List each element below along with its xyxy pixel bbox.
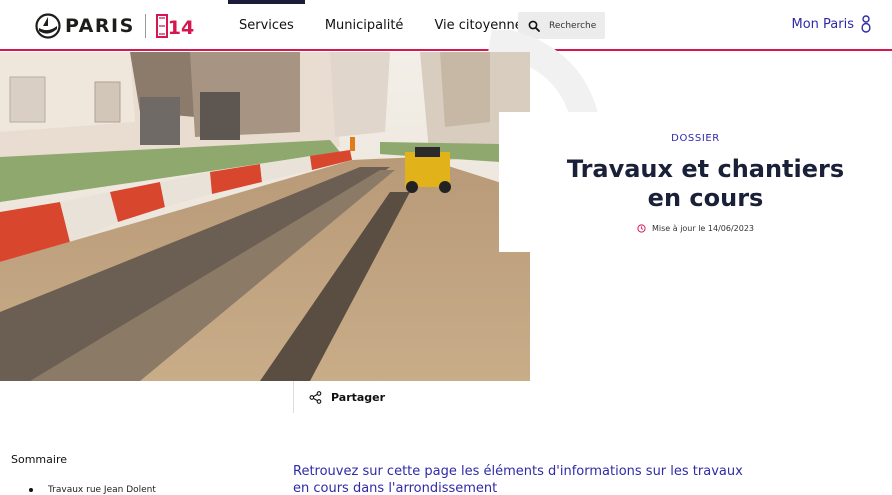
paris-ship-logo-icon <box>35 13 61 39</box>
update-date: Mise à jour le 14/06/2023 <box>499 224 892 233</box>
page-title-line-1: Travaux et chantiers <box>566 155 845 183</box>
arrondissement-14-logo-icon: 14 <box>155 14 194 38</box>
logo-badge: 14 <box>168 17 194 38</box>
page-title: Travaux et chantiers en cours <box>519 155 892 213</box>
logo-divider <box>144 14 146 38</box>
sommaire-item-label: Travaux rue Jean Dolent <box>48 485 156 495</box>
search-label: Recherche <box>549 20 597 31</box>
page-title-line-2: en cours <box>647 184 764 212</box>
intro-text: Retrouvez sur cette page les éléments d'… <box>293 464 743 495</box>
logo-text: PARIS <box>65 15 135 37</box>
sommaire-title: Sommaire <box>11 453 67 466</box>
share-icon <box>309 390 322 404</box>
mon-paris-link[interactable]: Mon Paris <box>792 15 873 33</box>
bullet-icon <box>29 488 33 492</box>
user-icon <box>861 15 871 33</box>
dossier-kicker: DOSSIER <box>671 133 720 144</box>
nav-municipalite[interactable]: Municipalité <box>314 0 415 51</box>
mon-paris-label: Mon Paris <box>791 16 855 32</box>
share-label: Partager <box>331 390 386 404</box>
clock-icon <box>637 224 646 233</box>
paris-logo[interactable]: PARIS 14 <box>34 13 196 39</box>
share-button[interactable]: Partager <box>293 381 385 413</box>
hero-construction-photo <box>0 52 530 381</box>
sommaire-item[interactable]: Travaux rue Jean Dolent <box>14 485 156 495</box>
hero-title-card: DOSSIER Travaux et chantiers en cours Mi… <box>499 112 892 252</box>
nav-services[interactable]: Services <box>228 0 305 51</box>
update-date-text: Mise à jour le 14/06/2023 <box>651 224 755 233</box>
